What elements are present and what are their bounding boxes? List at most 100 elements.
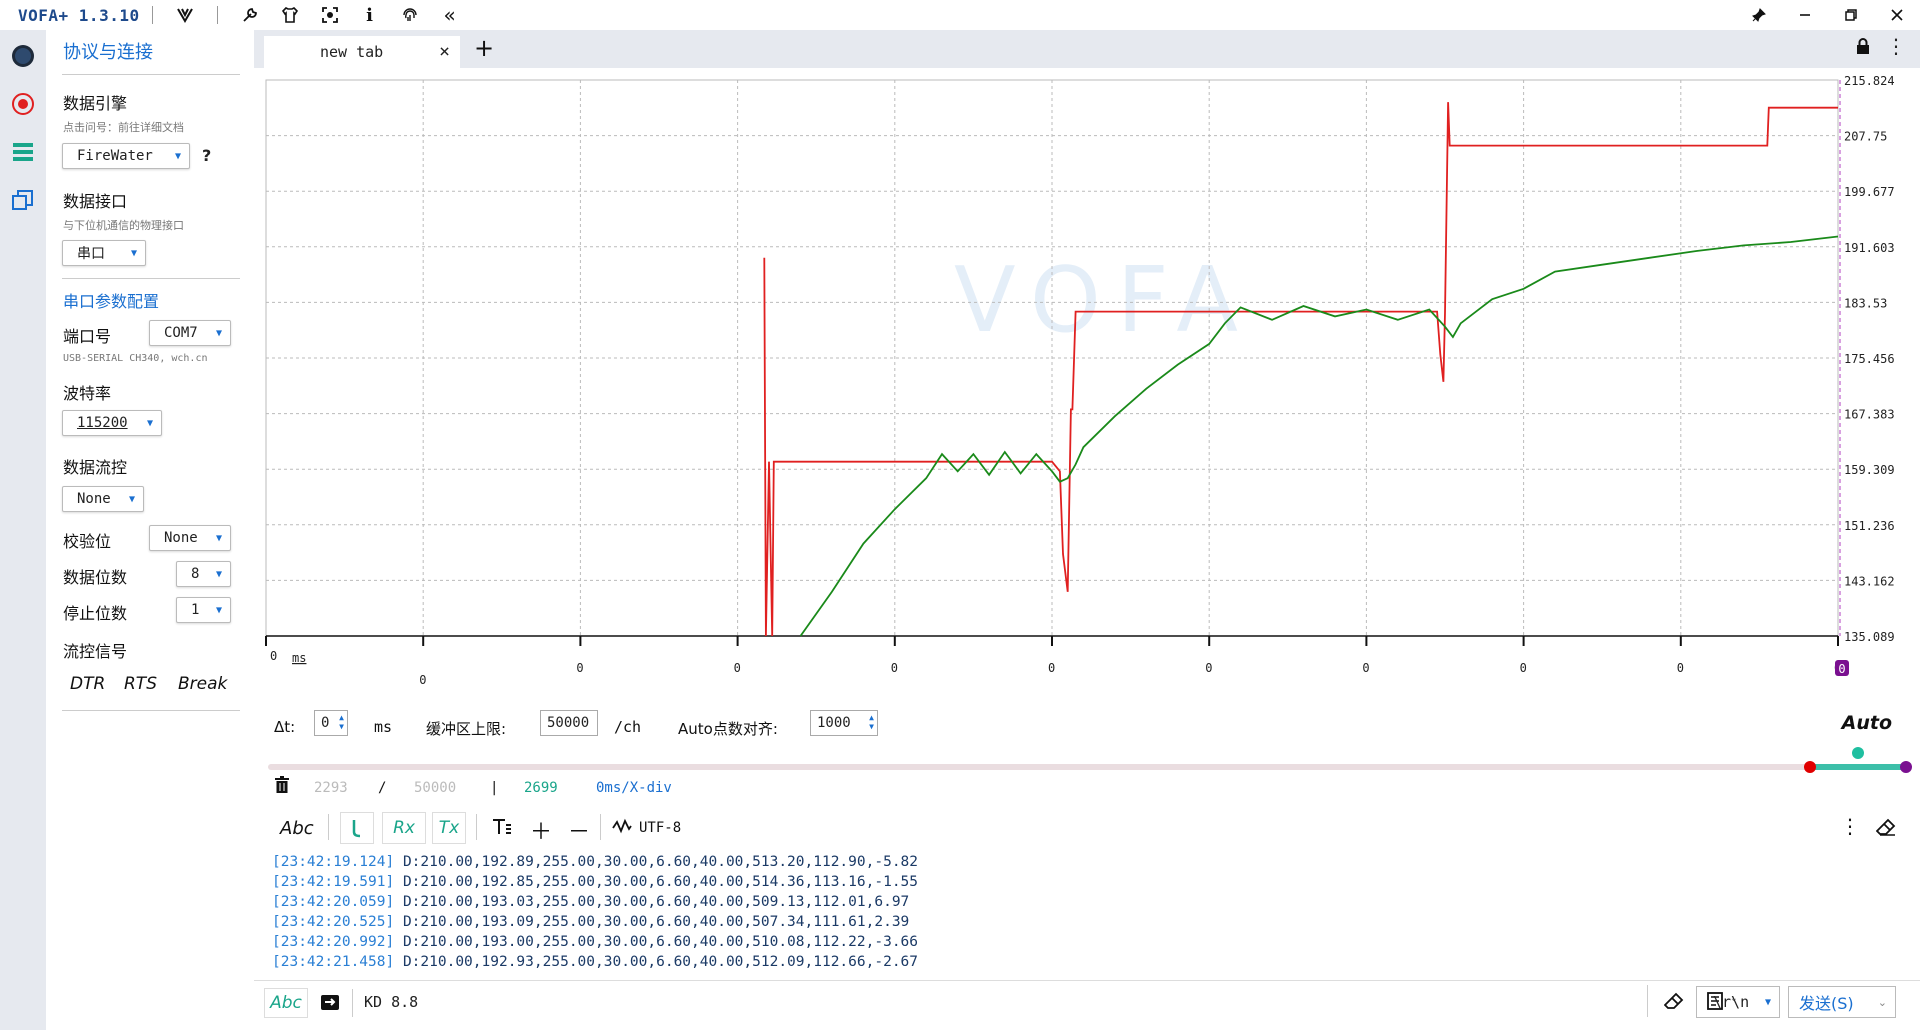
minimize-icon[interactable] [1782, 0, 1828, 30]
tab-close-icon[interactable]: × [439, 41, 450, 62]
dtr-button[interactable]: DTR [70, 674, 105, 694]
chevron-down-icon: ▼ [215, 327, 222, 339]
record-icon[interactable] [0, 80, 46, 128]
more-vertical-icon[interactable]: ⋮ [1840, 814, 1860, 838]
help-link[interactable]: ? [202, 146, 211, 165]
baud-select[interactable]: 115200 ▼ [62, 410, 162, 436]
waveform-chart[interactable]: VOFA 215.824 207.75 199.677 191.603 183.53 17… [254, 68, 1920, 698]
text-mode-button[interactable]: Abc [280, 818, 314, 839]
dt-label: Δt: [274, 718, 296, 736]
stat-xdiv: 0ms/X-div [596, 780, 672, 796]
log-output[interactable]: [23:42:19.124] D:210.00,192.89,255.00,30… [272, 852, 1872, 972]
buffer-value: 50000 [547, 715, 590, 731]
chevron-down-icon: ▼ [215, 604, 222, 616]
connection-icon[interactable] [0, 32, 46, 80]
zoom-in-button[interactable]: ＋ [530, 814, 552, 846]
interface-select[interactable]: 串口 ▼ [62, 240, 146, 266]
eraser-icon[interactable] [1875, 818, 1896, 841]
shirt-icon[interactable] [270, 0, 310, 30]
dt-value: 0 [321, 715, 330, 731]
y-tick-label: 191.603 [1844, 241, 1895, 255]
send-input[interactable]: KD 8.8 [364, 993, 418, 1011]
send-file-icon[interactable] [320, 992, 340, 1016]
trash-icon[interactable] [274, 776, 290, 798]
pin-icon[interactable] [1736, 0, 1782, 30]
align-label: Auto点数对齐: [678, 720, 778, 738]
y-tick-label: 159.309 [1844, 463, 1895, 477]
chevron-down-icon: ▼ [215, 568, 222, 580]
list-icon[interactable] [0, 128, 46, 176]
waveform-icon[interactable] [612, 818, 632, 839]
log-message: D:210.00,193.00,255.00,30.00,6.60,40.00,… [394, 934, 919, 950]
log-timestamp: [23:42:20.525] [272, 914, 395, 930]
text-format-icon[interactable] [492, 818, 512, 841]
baud-value: 115200 [77, 415, 128, 431]
log-timestamp: [23:42:19.591] [272, 874, 395, 890]
vofa-logo-icon[interactable] [165, 0, 205, 30]
divider [62, 278, 240, 279]
chevron-down-icon: ▼ [174, 150, 181, 162]
separator [151, 6, 153, 24]
slider-left-handle[interactable] [1804, 761, 1816, 773]
tx-toggle[interactable]: Tx [432, 812, 466, 844]
port-label: 端口号 [63, 327, 112, 346]
restore-icon[interactable] [1828, 0, 1874, 30]
parity-select[interactable]: None ▼ [149, 525, 231, 551]
break-button[interactable]: Break [178, 674, 227, 694]
line-ending-select[interactable]: \r\n ▼ [1696, 986, 1780, 1018]
divider [62, 74, 240, 75]
engine-select[interactable]: FireWater ▼ [62, 143, 190, 169]
log-message: D:210.00,192.85,255.00,30.00,6.60,40.00,… [394, 874, 919, 890]
log-message: D:210.00,192.89,255.00,30.00,6.60,40.00,… [394, 854, 919, 870]
flow-control-select[interactable]: None ▼ [62, 486, 144, 512]
screenshot-icon[interactable] [310, 0, 350, 30]
fingerprint-icon[interactable] [390, 0, 430, 30]
encoding-label[interactable]: UTF-8 [639, 820, 681, 836]
x-tick-label: 0 [891, 661, 898, 675]
separator [328, 814, 329, 840]
slider-right-handle[interactable] [1900, 761, 1912, 773]
port-select[interactable]: COM7 ▼ [149, 320, 231, 346]
chart-svg: 215.824 207.75 199.677 191.603 183.53 175.456… [265, 74, 1895, 687]
send-button[interactable]: 发送(S) ⌄ [1788, 986, 1896, 1018]
chevron-down-icon: ▼ [130, 247, 137, 259]
serial-config-title: 串口参数配置 [63, 292, 160, 311]
log-line: [23:42:20.992] D:210.00,193.00,255.00,30… [272, 932, 1872, 952]
spinner-icon[interactable]: ▲ ▼ [869, 713, 874, 731]
rx-toggle[interactable]: Rx [382, 812, 426, 844]
add-tab-button[interactable]: + [474, 34, 494, 62]
timestamp-toggle[interactable] [340, 812, 374, 844]
windows-icon[interactable] [0, 176, 46, 224]
align-input[interactable]: 1000 ▲ ▼ [810, 710, 878, 736]
buffer-unit: /ch [614, 718, 642, 736]
data-bits-select[interactable]: 8 ▼ [176, 561, 231, 587]
range-slider[interactable] [268, 747, 1912, 773]
tab-bar: new tab × + ⋮ [254, 30, 1920, 68]
buffer-input[interactable]: 50000 [540, 710, 598, 736]
spinner-icon[interactable]: ▲ ▼ [339, 713, 344, 731]
tab-new-tab[interactable]: new tab × [264, 36, 460, 68]
lock-icon[interactable] [1856, 38, 1870, 58]
align-value: 1000 [817, 715, 851, 731]
log-line: [23:42:20.525] D:210.00,193.09,255.00,30… [272, 912, 1872, 932]
wrench-icon[interactable] [230, 0, 270, 30]
log-line: [23:42:21.458] D:210.00,192.93,255.00,30… [272, 952, 1872, 972]
close-icon[interactable] [1874, 0, 1920, 30]
dt-input[interactable]: 0 ▲ ▼ [314, 710, 348, 736]
engine-sub: 点击问号：前往详细文档 [63, 121, 184, 134]
clear-send-icon[interactable] [1663, 992, 1684, 1014]
rts-button[interactable]: RTS [124, 674, 157, 694]
send-text-mode-button[interactable]: Abc [264, 988, 308, 1018]
stop-bits-value: 1 [191, 602, 200, 618]
auto-toggle[interactable]: Auto [1842, 712, 1892, 734]
app-title: VOFA+ 1.3.10 [18, 5, 140, 25]
log-line: [23:42:20.059] D:210.00,193.03,255.00,30… [272, 892, 1872, 912]
stop-bits-select[interactable]: 1 ▼ [176, 597, 231, 623]
x-tick-label: 0 [1048, 661, 1055, 675]
info-icon[interactable]: i [350, 0, 390, 30]
more-vertical-icon[interactable]: ⋮ [1886, 34, 1906, 58]
slider-middle-handle[interactable] [1852, 747, 1864, 759]
collapse-icon[interactable]: « [430, 0, 470, 30]
log-message: D:210.00,193.03,255.00,30.00,6.60,40.00,… [394, 894, 910, 910]
zoom-out-button[interactable]: － [568, 814, 590, 846]
